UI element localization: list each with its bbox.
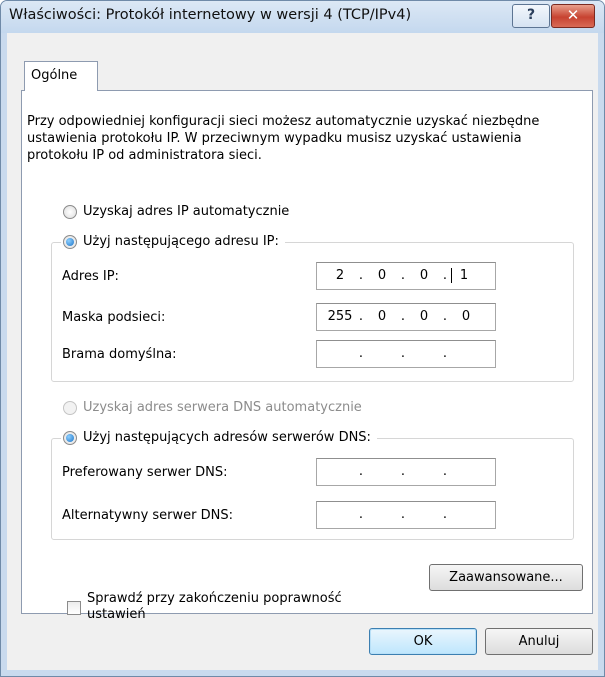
window-title: Właściwości: Protokół internetowy w wers…: [9, 7, 412, 23]
ip-dot: .: [358, 507, 364, 522]
ip-dot: .: [358, 346, 364, 361]
ip-dot: .: [442, 507, 448, 522]
ip-dot: .: [358, 268, 364, 283]
ip-dot: .: [442, 268, 448, 283]
ok-button[interactable]: OK: [369, 628, 477, 655]
alternate-dns-row: Alternatywny serwer DNS: . . .: [52, 499, 573, 532]
default-gateway-input[interactable]: . . .: [316, 340, 496, 368]
ip-octet-2[interactable]: 0: [367, 268, 397, 283]
ip-dot: .: [400, 309, 406, 324]
ip-octet-1[interactable]: 2: [325, 268, 355, 283]
alternate-dns-input[interactable]: . . .: [316, 501, 496, 529]
ip-dot: .: [442, 464, 448, 479]
subnet-mask-input[interactable]: 255 . 0 . 0 . 0: [316, 303, 496, 331]
title-bar[interactable]: Właściwości: Protokół internetowy w wers…: [1, 1, 604, 33]
validate-checkbox-label[interactable]: Sprawdź przy zakończeniu poprawność usta…: [87, 591, 367, 623]
intro-text: Przy odpowiedniej konfiguracji sieci moż…: [27, 114, 540, 163]
ip-auto-radio[interactable]: [63, 204, 77, 219]
ip-manual-label: Użyj następującego adresu IP:: [83, 234, 279, 249]
default-gateway-row: Brama domyślna: . . .: [52, 338, 573, 371]
mask-octet-3[interactable]: 0: [409, 309, 439, 324]
ip-dot: .: [400, 507, 406, 522]
dns-manual-label: Użyj następujących adresów serwerów DNS:: [83, 430, 371, 445]
preferred-dns-label: Preferowany serwer DNS:: [62, 465, 228, 480]
tab-general-label: Ogólne: [31, 68, 78, 83]
ip-dot: .: [400, 464, 406, 479]
close-button[interactable]: ✕: [551, 4, 595, 28]
mask-octet-2[interactable]: 0: [367, 309, 397, 324]
ip-dot: .: [400, 346, 406, 361]
dns-manual-radio[interactable]: [63, 430, 77, 445]
ip-dot: .: [400, 268, 406, 283]
ip-dot: .: [442, 309, 448, 324]
dns-manual-option[interactable]: Użyj następujących adresów serwerów DNS:: [61, 430, 377, 445]
ip-auto-label: Uzyskaj adres IP automatycznie: [83, 204, 290, 219]
ip-octet-3[interactable]: 0: [409, 268, 439, 283]
dns-auto-label: Uzyskaj adres serwera DNS automatycznie: [83, 400, 362, 415]
dns-group: Preferowany serwer DNS: . . . Alternatyw…: [51, 438, 574, 540]
subnet-mask-label: Maska podsieci:: [62, 310, 166, 325]
help-button[interactable]: ?: [512, 4, 550, 28]
dns-auto-option[interactable]: Uzyskaj adres serwera DNS automatycznie: [63, 400, 362, 415]
preferred-dns-row: Preferowany serwer DNS: . . .: [52, 456, 573, 489]
validate-checkbox[interactable]: [67, 601, 81, 615]
dialog-window: Właściwości: Protokół internetowy w wers…: [0, 0, 605, 677]
default-gateway-label: Brama domyślna:: [62, 347, 177, 362]
tab-general[interactable]: Ogólne: [24, 61, 98, 91]
ip-manual-radio[interactable]: [63, 234, 77, 249]
ip-auto-option[interactable]: Uzyskaj adres IP automatycznie: [63, 204, 289, 219]
mask-octet-4[interactable]: 0: [451, 309, 481, 324]
dialog-client: Ogólne Przy odpowiedniej konfiguracji si…: [7, 33, 598, 670]
ip-manual-option[interactable]: Użyj następującego adresu IP:: [61, 234, 285, 249]
ip-group: Adres IP: 2 . 0 . 0 . 1 Maska podsieci: …: [51, 242, 574, 382]
subnet-mask-row: Maska podsieci: 255 . 0 . 0 . 0: [52, 301, 573, 334]
ip-octet-4[interactable]: 1: [451, 268, 476, 283]
ip-dot: .: [358, 464, 364, 479]
cancel-button[interactable]: Anuluj: [485, 628, 593, 655]
alternate-dns-label: Alternatywny serwer DNS:: [62, 508, 233, 523]
ip-address-input[interactable]: 2 . 0 . 0 . 1: [316, 262, 496, 290]
preferred-dns-input[interactable]: . . .: [316, 458, 496, 486]
ip-dot: .: [358, 309, 364, 324]
ip-dot: .: [442, 346, 448, 361]
dns-auto-radio[interactable]: [63, 400, 77, 415]
ip-address-label: Adres IP:: [62, 269, 119, 284]
ip-address-row: Adres IP: 2 . 0 . 0 . 1: [52, 260, 573, 293]
advanced-button[interactable]: Zaawansowane...: [429, 564, 583, 591]
mask-octet-1[interactable]: 255: [325, 309, 355, 324]
